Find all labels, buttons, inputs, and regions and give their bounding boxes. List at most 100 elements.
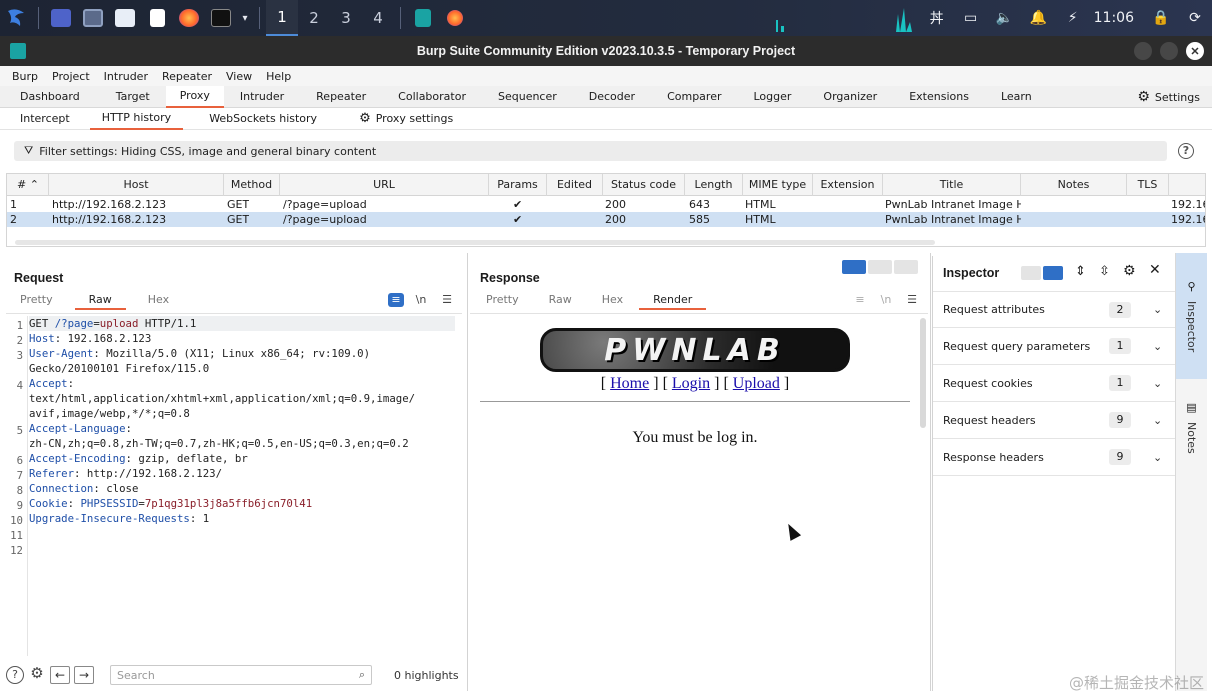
request-editor[interactable]: 1 2 3 4 5 6 7 8 9 10 11 12 GET /?page=up… (6, 313, 462, 658)
rail-tab-inspector[interactable]: ⚲ Inspector (1176, 253, 1207, 379)
menu-help[interactable]: Help (266, 70, 291, 83)
tab-websockets-history[interactable]: WebSockets history (197, 108, 329, 130)
tab-http-history[interactable]: HTTP history (89, 108, 184, 130)
gear-icon[interactable]: ⚙ (1123, 263, 1136, 279)
collapse-all-icon[interactable]: ⇳ (1099, 264, 1110, 279)
tab-sequencer[interactable]: Sequencer (466, 86, 557, 108)
wrap-lines-icon[interactable]: ≡ (852, 293, 868, 307)
tab-intercept[interactable]: Intercept (0, 108, 82, 130)
newline-toggle[interactable]: \n (413, 293, 429, 307)
filter-bar[interactable]: ⛛ Filter settings: Hiding CSS, image and… (14, 141, 1167, 161)
tab-logger[interactable]: Logger (721, 86, 791, 108)
tab-proxy[interactable]: Proxy (165, 85, 224, 108)
col-length[interactable]: Length (685, 174, 743, 196)
menu-view[interactable]: View (226, 70, 252, 83)
search-input[interactable]: Search ⌕ (110, 665, 372, 685)
keyboard-layout-icon[interactable]: 丼 (920, 0, 954, 36)
tab-repeater[interactable]: Repeater (284, 86, 366, 108)
tab-dashboard[interactable]: Dashboard (0, 86, 80, 108)
expand-all-icon[interactable]: ⇕ (1075, 264, 1086, 279)
col-title[interactable]: Title (883, 174, 1021, 196)
menu-project[interactable]: Project (52, 70, 90, 83)
single-view-icon[interactable] (894, 260, 918, 274)
inspector-section[interactable]: Request attributes 2 ⌄ (933, 291, 1175, 328)
folder-icon[interactable] (109, 0, 141, 36)
menu-icon[interactable]: ☰ (439, 293, 455, 307)
split-horizontal-icon[interactable] (842, 260, 866, 274)
upload-link[interactable]: Upload (733, 375, 780, 392)
burp-taskbar-icon[interactable] (407, 0, 439, 36)
list-view-icon[interactable] (1021, 266, 1041, 280)
inspector-section[interactable]: Request query parameters 1 ⌄ (933, 328, 1175, 365)
menu-icon[interactable]: ☰ (904, 293, 920, 307)
close-icon[interactable]: ✕ (1149, 262, 1161, 278)
minimize-button[interactable] (1134, 42, 1152, 60)
table-row[interactable]: 1 http://192.168.2.123 GET /?page=upload… (7, 197, 1205, 212)
tab-comparer[interactable]: Comparer (635, 86, 721, 108)
col-url[interactable]: URL (280, 174, 489, 196)
request-tab-raw[interactable]: Raw (74, 292, 126, 310)
vertical-scrollbar[interactable] (920, 318, 926, 428)
help-icon[interactable]: ? (6, 666, 24, 684)
display-icon[interactable]: ▭ (954, 0, 988, 36)
tab-target[interactable]: Target (80, 86, 150, 108)
tab-extensions[interactable]: Extensions (877, 86, 969, 108)
tab-intruder[interactable]: Intruder (224, 86, 284, 108)
inspector-section[interactable]: Request cookies 1 ⌄ (933, 365, 1175, 402)
tab-organizer[interactable]: Organizer (791, 86, 877, 108)
col-params[interactable]: Params (489, 174, 547, 196)
workspace-4[interactable]: 4 (362, 0, 394, 36)
menu-intruder[interactable]: Intruder (104, 70, 148, 83)
menu-burp[interactable]: Burp (12, 70, 38, 83)
request-tab-hex[interactable]: Hex (134, 292, 183, 310)
response-tab-raw[interactable]: Raw (535, 292, 586, 310)
col-method[interactable]: Method (224, 174, 280, 196)
desktop-icon[interactable] (45, 0, 77, 36)
login-link[interactable]: Login (672, 375, 710, 392)
home-link[interactable]: Home (610, 375, 649, 392)
previous-arrow-icon[interactable]: ← (50, 666, 70, 684)
workspace-1[interactable]: 1 (266, 0, 298, 36)
inspector-section[interactable]: Request headers 9 ⌄ (933, 402, 1175, 439)
rail-tab-notes[interactable]: ▤ Notes (1176, 387, 1207, 467)
close-button[interactable]: ✕ (1186, 42, 1204, 60)
app-menu-icon[interactable] (0, 0, 32, 36)
tab-learn[interactable]: Learn (969, 86, 1032, 108)
response-tab-render[interactable]: Render (639, 292, 707, 310)
tab-collaborator[interactable]: Collaborator (366, 86, 466, 108)
help-icon[interactable]: ? (1178, 143, 1194, 159)
col-mime[interactable]: MIME type (743, 174, 813, 196)
gear-icon[interactable]: ⚙ (28, 666, 46, 684)
newline-toggle[interactable]: \n (878, 293, 894, 307)
response-tab-hex[interactable]: Hex (588, 292, 637, 310)
lock-icon[interactable]: 🔒 (1144, 0, 1178, 36)
col-notes[interactable]: Notes (1021, 174, 1127, 196)
panel-divider[interactable] (930, 253, 931, 691)
maximize-button[interactable] (1160, 42, 1178, 60)
notification-bell-icon[interactable]: 🔔 (1022, 0, 1056, 36)
refresh-icon[interactable]: ⟳ (1178, 0, 1212, 36)
col-status[interactable]: Status code (603, 174, 685, 196)
firefox-taskbar-icon[interactable] (439, 0, 471, 36)
request-tab-pretty[interactable]: Pretty (6, 292, 67, 310)
split-vertical-icon[interactable] (868, 260, 892, 274)
wrap-lines-icon[interactable]: ≡ (388, 293, 404, 307)
response-tab-pretty[interactable]: Pretty (472, 292, 533, 310)
tab-proxy-settings[interactable]: ⚙ Proxy settings (347, 108, 465, 130)
menu-repeater[interactable]: Repeater (162, 70, 212, 83)
chevron-down-icon[interactable]: ▾ (237, 0, 253, 36)
workspace-3[interactable]: 3 (330, 0, 362, 36)
col-host[interactable]: Host (49, 174, 224, 196)
power-icon[interactable]: ⚡ (1056, 0, 1090, 36)
terminal-icon[interactable] (205, 0, 237, 36)
table-row[interactable]: 2 http://192.168.2.123 GET /?page=upload… (7, 212, 1205, 227)
col-num[interactable]: # ⌃ (7, 174, 49, 196)
horizontal-scrollbar[interactable] (15, 240, 935, 245)
col-tls[interactable]: TLS (1127, 174, 1169, 196)
monitor-icon[interactable] (77, 0, 109, 36)
firefox-icon[interactable] (173, 0, 205, 36)
text-editor-icon[interactable] (141, 0, 173, 36)
col-edited[interactable]: Edited (547, 174, 603, 196)
tab-decoder[interactable]: Decoder (557, 86, 635, 108)
next-arrow-icon[interactable]: → (74, 666, 94, 684)
